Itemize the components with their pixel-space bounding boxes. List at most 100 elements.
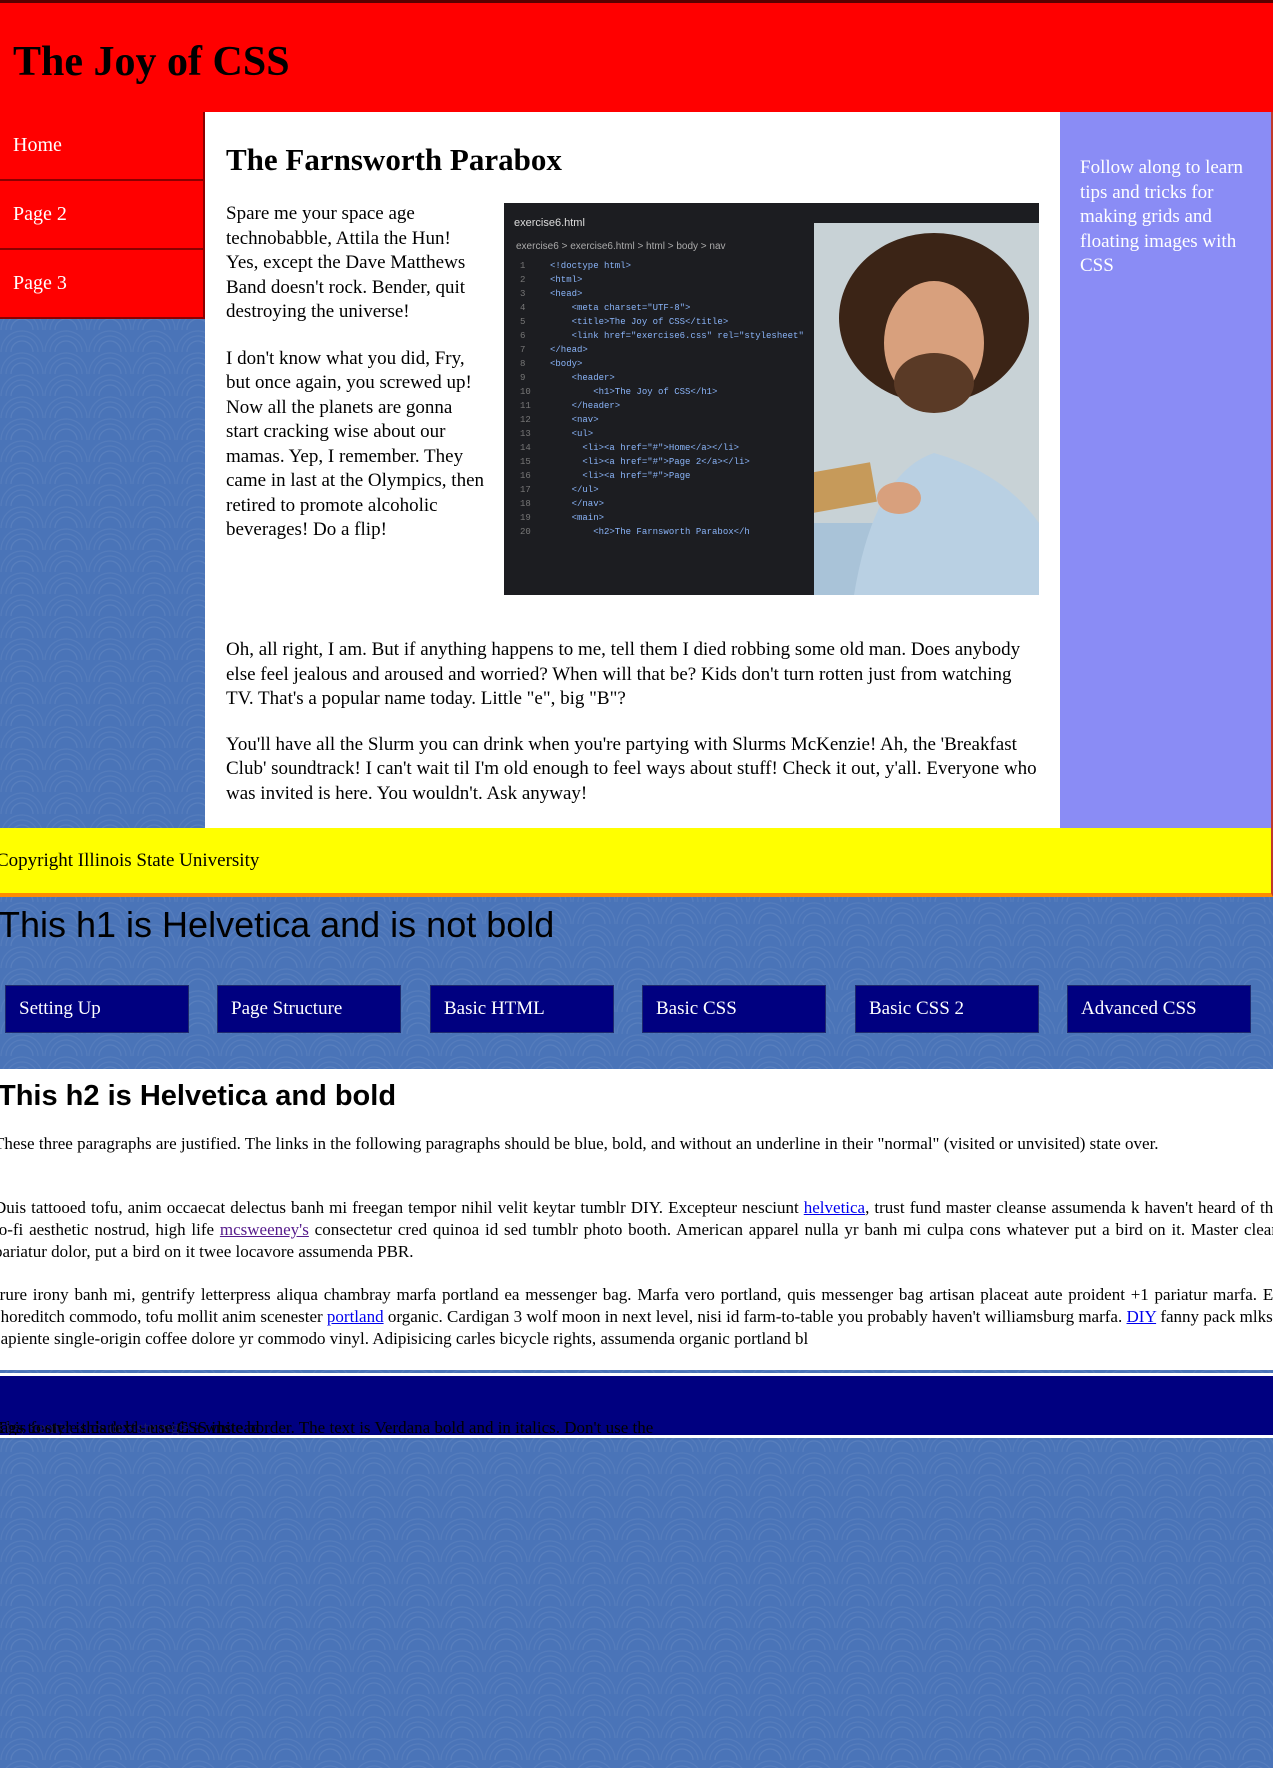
- editor-code: 1 <!doctype html> 2 <html> 3 <head> 4 <meta ch…: [520, 259, 804, 539]
- paragraph: Spare me your space age technobabble, At…: [226, 203, 466, 322]
- editor-breadcrumb: exercise6 > exercise6.html > html > body…: [516, 241, 726, 252]
- paragraph-text: Duis tattooed tofu, anim occaecat delect…: [0, 1198, 804, 1217]
- article-title: The Farnsworth Parabox: [226, 142, 562, 177]
- code-line: 2 <html>: [520, 273, 804, 287]
- line-number: 18: [520, 499, 531, 509]
- code-line: 3 <head>: [520, 287, 804, 301]
- line-number: 14: [520, 443, 531, 453]
- side-nav: Home Page 2 Page 3: [0, 112, 205, 319]
- sidebar-text: Follow along to learn tips and tricks fo…: [1080, 157, 1244, 276]
- tab-page-structure[interactable]: Page Structure: [217, 985, 401, 1033]
- code-text: <head>: [550, 289, 583, 299]
- paragraph: I don't know what you did, Fry, but once…: [226, 347, 485, 541]
- line-number: 10: [520, 387, 531, 397]
- sidebar: Follow along to learn tips and tricks fo…: [1060, 112, 1273, 828]
- code-text: <!doctype html>: [550, 261, 632, 271]
- helvetica-h2: This h2 is Helvetica and bold: [0, 1080, 397, 1112]
- code-line: 5 <title>The Joy of CSS</title>: [520, 315, 804, 329]
- line-number: 9: [520, 373, 526, 383]
- line-number: 6: [520, 331, 526, 341]
- code-line: 1 <!doctype html>: [520, 259, 804, 273]
- line-number: 20: [520, 527, 531, 537]
- code-text: <li><a href="#">Page 2</a></li>: [550, 457, 750, 467]
- code-line: 17 </ul>: [520, 483, 804, 497]
- line-number: 4: [520, 303, 526, 313]
- line-number: 7: [520, 345, 526, 355]
- code-text: <ul>: [550, 429, 594, 439]
- site-header: The Joy of CSS: [0, 0, 1273, 112]
- code-line: 12 <nav>: [520, 413, 804, 427]
- tab-basic-css[interactable]: Basic CSS: [642, 985, 826, 1033]
- line-number: 2: [520, 275, 526, 285]
- code-text: <title>The Joy of CSS</title>: [550, 317, 729, 327]
- code-text: <html>: [550, 275, 583, 285]
- link-portland[interactable]: portland: [327, 1307, 384, 1326]
- code-text: </nav>: [550, 499, 605, 509]
- justified-content: This h2 is Helvetica and bold These thre…: [0, 1069, 1273, 1370]
- code-text: <li><a href="#">Home</a></li>: [550, 443, 740, 453]
- main-content: The Farnsworth Parabox exercise6.html ex…: [205, 112, 1060, 828]
- dark-blue-footer: This footer is dark blue with a white bo…: [0, 1373, 1273, 1438]
- code-line: 18 </nav>: [520, 497, 804, 511]
- line-number: 13: [520, 429, 531, 439]
- line-number: 16: [520, 471, 531, 481]
- line-number: 12: [520, 415, 531, 425]
- line-number: 15: [520, 457, 531, 467]
- code-line: 6 <link href="exercise6.css" rel="styles…: [520, 329, 804, 343]
- paragraph: You'll have all the Slurm you can drink …: [226, 733, 1037, 804]
- code-line: 19 <main>: [520, 511, 804, 525]
- tab-advanced-css[interactable]: Advanced CSS: [1067, 985, 1251, 1033]
- tab-setting-up[interactable]: Setting Up: [5, 985, 189, 1033]
- code-text: <main>: [550, 513, 605, 523]
- link-helvetica[interactable]: helvetica: [804, 1198, 865, 1217]
- code-text: <h2>The Farnsworth Parabox</h: [550, 527, 750, 537]
- code-text: </header>: [550, 401, 621, 411]
- line-number: 17: [520, 485, 531, 495]
- paragraph: Irure irony banh mi, gentrify letterpres…: [0, 1284, 1273, 1350]
- line-number: 8: [520, 359, 526, 369]
- tab-basic-css-2[interactable]: Basic CSS 2: [855, 985, 1039, 1033]
- code-text: <link href="exercise6.css" rel="styleshe…: [550, 331, 804, 341]
- line-number: 3: [520, 289, 526, 299]
- copyright-footer: Copyright Illinois State University: [0, 828, 1273, 897]
- editor-tab-label: exercise6.html: [514, 217, 585, 229]
- line-number: 1: [520, 261, 526, 271]
- code-text: </head>: [550, 345, 588, 355]
- code-text: <header>: [550, 373, 615, 383]
- page-top: The Joy of CSS Home Page 2 Page 3 The Fa…: [0, 0, 1273, 897]
- paragraph: Duis tattooed tofu, anim occaecat delect…: [0, 1197, 1273, 1263]
- paragraph-text: organic. Cardigan 3 wolf moon in next le…: [383, 1307, 1127, 1326]
- code-line: 11 </header>: [520, 399, 804, 413]
- left-text-column: Spare me your space age technobabble, At…: [226, 202, 486, 565]
- helvetica-h1: This h1 is Helvetica and is not bold: [0, 904, 555, 945]
- wide-text: Oh, all right, I am. But if anything hap…: [226, 638, 1041, 827]
- code-text: <nav>: [550, 415, 599, 425]
- tab-basic-html[interactable]: Basic HTML: [430, 985, 614, 1033]
- line-number: 5: [520, 317, 526, 327]
- code-line: 13 <ul>: [520, 427, 804, 441]
- code-line: 7 </head>: [520, 343, 804, 357]
- line-number: 11: [520, 401, 531, 411]
- nav-item-home[interactable]: Home: [0, 112, 205, 181]
- code-text: <h1>The Joy of CSS</h1>: [550, 387, 718, 397]
- code-line: 4 <meta charset="UTF-8">: [520, 301, 804, 315]
- link-diy[interactable]: DIY: [1127, 1307, 1157, 1326]
- footer-text-part: tags to style this text - use CSS instea…: [0, 1418, 260, 1437]
- code-line: 10 <h1>The Joy of CSS</h1>: [520, 385, 804, 399]
- copyright-text: Copyright Illinois State University: [0, 850, 260, 871]
- nav-item-page-3[interactable]: Page 3: [0, 250, 205, 319]
- nav-item-page-2[interactable]: Page 2: [0, 181, 205, 250]
- bob-ross-code-photo: exercise6.html exercise6 > exercise6.htm…: [504, 203, 1039, 595]
- code-text: </ul>: [550, 485, 599, 495]
- code-line: 16 <li><a href="#">Page: [520, 469, 804, 483]
- code-line: 15 <li><a href="#">Page 2</a></li>: [520, 455, 804, 469]
- code-text: <li><a href="#">Page: [550, 471, 691, 481]
- code-line: 8 <body>: [520, 357, 804, 371]
- paragraph: These three paragraphs are justified. Th…: [0, 1134, 1159, 1153]
- code-text: <meta charset="UTF-8">: [550, 303, 691, 313]
- link-mcsweeneys[interactable]: mcsweeney's: [220, 1220, 309, 1239]
- code-line: 14 <li><a href="#">Home</a></li>: [520, 441, 804, 455]
- code-line: 9 <header>: [520, 371, 804, 385]
- site-title: The Joy of CSS: [13, 39, 290, 85]
- code-text: <body>: [550, 359, 583, 369]
